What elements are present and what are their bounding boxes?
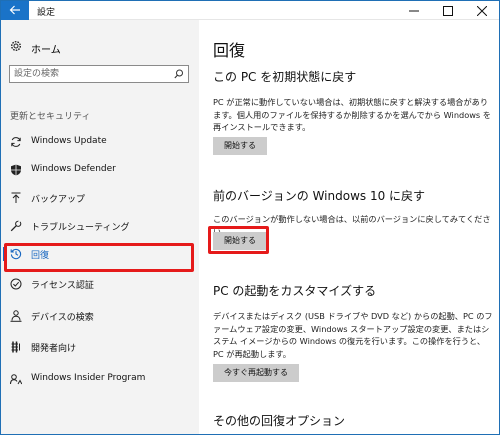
person-pin-icon — [10, 310, 22, 322]
title-bar: 設定 — [1, 1, 499, 20]
maximize-button[interactable] — [433, 1, 463, 20]
sidebar-item-label: Windows Insider Program — [31, 373, 146, 383]
gear-icon — [10, 40, 22, 52]
check-circle-icon — [10, 278, 22, 290]
section-label: 更新とセキュリティ — [10, 112, 91, 122]
go-back-button-highlight-box — [208, 226, 269, 254]
sidebar-item-label: デバイスの検索 — [31, 313, 94, 323]
sidebar-item-label: Windows Update — [31, 136, 107, 146]
shield-icon — [11, 164, 21, 176]
restart-now-button[interactable]: 今すぐ再起動する — [213, 364, 299, 382]
search-input[interactable] — [14, 67, 164, 81]
sidebar-item-troubleshoot[interactable]: トラブルシューティング — [1, 212, 199, 240]
sidebar-item-find-device[interactable]: デバイスの検索 — [1, 302, 199, 330]
minimize-icon — [409, 10, 419, 12]
advanced-startup-description: デバイスまたはディスク (USB ドライブや DVD など) からの起動、PC … — [213, 311, 493, 359]
sidebar-item-windows-update[interactable]: Windows Update — [1, 128, 199, 156]
minimize-button[interactable] — [399, 1, 429, 20]
reset-pc-start-button[interactable]: 開始する — [213, 137, 267, 155]
sidebar-item-label: ライセンス認証 — [31, 281, 94, 291]
sidebar-item-label: トラブルシューティング — [31, 223, 130, 233]
main-content: 回復 この PC を初期状態に戻す PC が正常に動作していない場合は、初期状態… — [199, 20, 499, 434]
sidebar-item-home[interactable]: ホーム — [1, 36, 199, 58]
insider-icon — [10, 374, 22, 385]
sidebar-item-label: Windows Defender — [31, 164, 116, 174]
sidebar-item-backup[interactable]: バックアップ — [1, 184, 199, 212]
back-button[interactable] — [1, 1, 29, 20]
refresh-icon — [11, 137, 21, 147]
upload-arrow-icon — [11, 192, 21, 203]
sidebar-item-insider[interactable]: Windows Insider Program — [1, 365, 199, 393]
close-icon — [477, 6, 487, 16]
search-box[interactable] — [9, 65, 189, 83]
reset-pc-description: PC が正常に動作していない場合は、初期状態に戻すと解決する場合があります。個人… — [213, 97, 491, 132]
sidebar-item-label: 開発者向け — [31, 344, 77, 354]
maximize-icon — [443, 6, 453, 16]
sidebar-item-windows-defender[interactable]: Windows Defender — [1, 156, 199, 184]
go-back-heading: 前のバージョンの Windows 10 に戻す — [213, 189, 426, 203]
wrench-icon — [10, 220, 22, 232]
back-arrow-icon — [9, 5, 20, 15]
advanced-startup-heading: PC の起動をカスタマイズする — [213, 284, 377, 298]
settings-window: 設定 ホーム 更新とセキュリティ — [0, 0, 500, 435]
sidebar-item-developers[interactable]: 開発者向け — [1, 333, 199, 361]
window-title: 設定 — [37, 8, 56, 18]
more-recovery-options-heading: その他の回復オプション — [213, 414, 346, 428]
sidebar-item-label: バックアップ — [31, 195, 86, 205]
sidebar-item-activation[interactable]: ライセンス認証 — [1, 270, 199, 298]
reset-pc-heading: この PC を初期状態に戻す — [213, 70, 357, 84]
close-button[interactable] — [467, 1, 497, 20]
sidebar-item-label: ホーム — [31, 45, 61, 56]
recovery-highlight-box — [4, 243, 194, 272]
search-icon[interactable] — [174, 69, 184, 79]
page-title: 回復 — [213, 41, 246, 60]
sidebar: ホーム 更新とセキュリティ Windows Update — [1, 20, 199, 434]
developer-icon — [11, 341, 20, 353]
